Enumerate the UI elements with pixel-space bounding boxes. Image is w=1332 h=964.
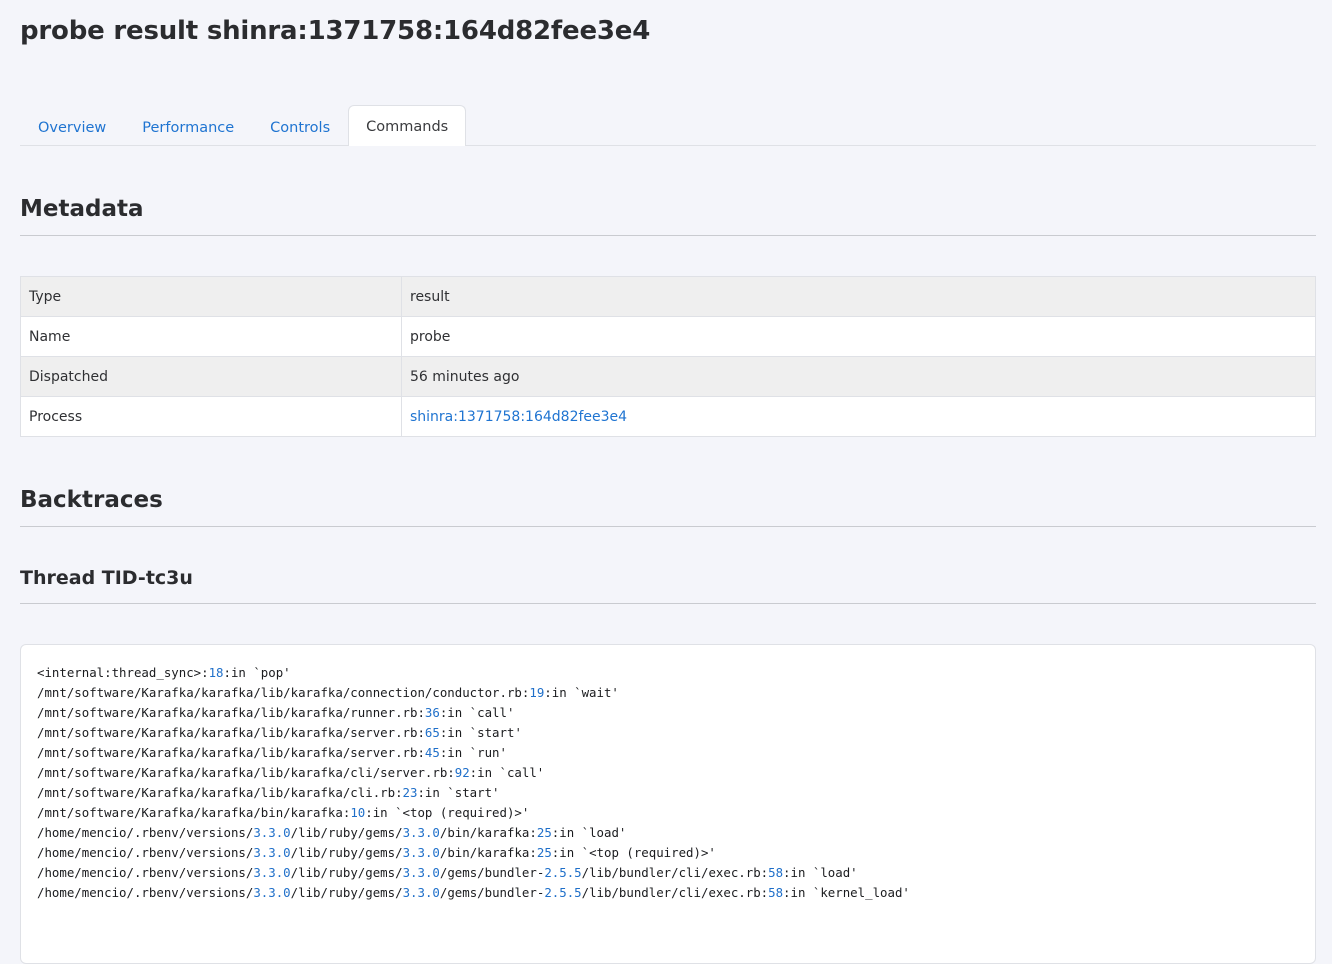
backtrace-line: /mnt/software/Karafka/karafka/lib/karafk… xyxy=(37,725,522,740)
backtrace-line: /mnt/software/Karafka/karafka/lib/karafk… xyxy=(37,765,545,780)
tab-overview[interactable]: Overview xyxy=(20,106,124,146)
metadata-value: 56 minutes ago xyxy=(401,356,1316,397)
backtrace-code-block: <internal:thread_sync>:18:in `pop' /mnt/s… xyxy=(20,644,1316,964)
backtrace-line: /mnt/software/Karafka/karafka/lib/karafk… xyxy=(37,685,619,700)
metadata-heading: Metadata xyxy=(20,196,1316,236)
backtrace-line: <internal:thread_sync>:18:in `pop' xyxy=(37,665,291,680)
table-row: Name probe xyxy=(20,316,1316,357)
table-row: Process shinra:1371758:164d82fee3e4 xyxy=(20,396,1316,437)
table-row: Dispatched 56 minutes ago xyxy=(20,356,1316,397)
metadata-key: Dispatched xyxy=(20,356,402,397)
backtrace-line: /home/mencio/.rbenv/versions/3.3.0/lib/r… xyxy=(37,885,910,900)
tab-controls[interactable]: Controls xyxy=(252,106,348,146)
table-row: Type result xyxy=(20,276,1316,317)
metadata-key: Process xyxy=(20,396,402,437)
metadata-key: Name xyxy=(20,316,402,357)
tab-performance[interactable]: Performance xyxy=(124,106,252,146)
backtrace-line: /mnt/software/Karafka/karafka/lib/karafk… xyxy=(37,785,500,800)
page-title: probe result shinra:1371758:164d82fee3e4 xyxy=(20,16,651,46)
backtrace-line: /home/mencio/.rbenv/versions/3.3.0/lib/r… xyxy=(37,865,858,880)
metadata-table: Type result Name probe Dispatched 56 min… xyxy=(20,276,1316,437)
metadata-value: result xyxy=(401,276,1316,317)
backtrace-line: /mnt/software/Karafka/karafka/bin/karafk… xyxy=(37,805,530,820)
backtrace-line: /mnt/software/Karafka/karafka/lib/karafk… xyxy=(37,745,507,760)
metadata-key: Type xyxy=(20,276,402,317)
backtraces-heading: Backtraces xyxy=(20,487,1316,527)
process-link[interactable]: shinra:1371758:164d82fee3e4 xyxy=(410,409,627,425)
metadata-value-cell: shinra:1371758:164d82fee3e4 xyxy=(401,396,1316,437)
backtrace-line: /mnt/software/Karafka/karafka/lib/karafk… xyxy=(37,705,515,720)
page: probe result shinra:1371758:164d82fee3e4… xyxy=(0,0,1332,964)
tab-commands[interactable]: Commands xyxy=(348,105,467,146)
backtrace-line: /home/mencio/.rbenv/versions/3.3.0/lib/r… xyxy=(37,845,716,860)
tab-bar: Overview Performance Controls Commands xyxy=(20,105,1316,146)
metadata-value: probe xyxy=(401,316,1316,357)
backtrace-line: /home/mencio/.rbenv/versions/3.3.0/lib/r… xyxy=(37,825,627,840)
thread-title: Thread TID-tc3u xyxy=(20,567,1316,604)
